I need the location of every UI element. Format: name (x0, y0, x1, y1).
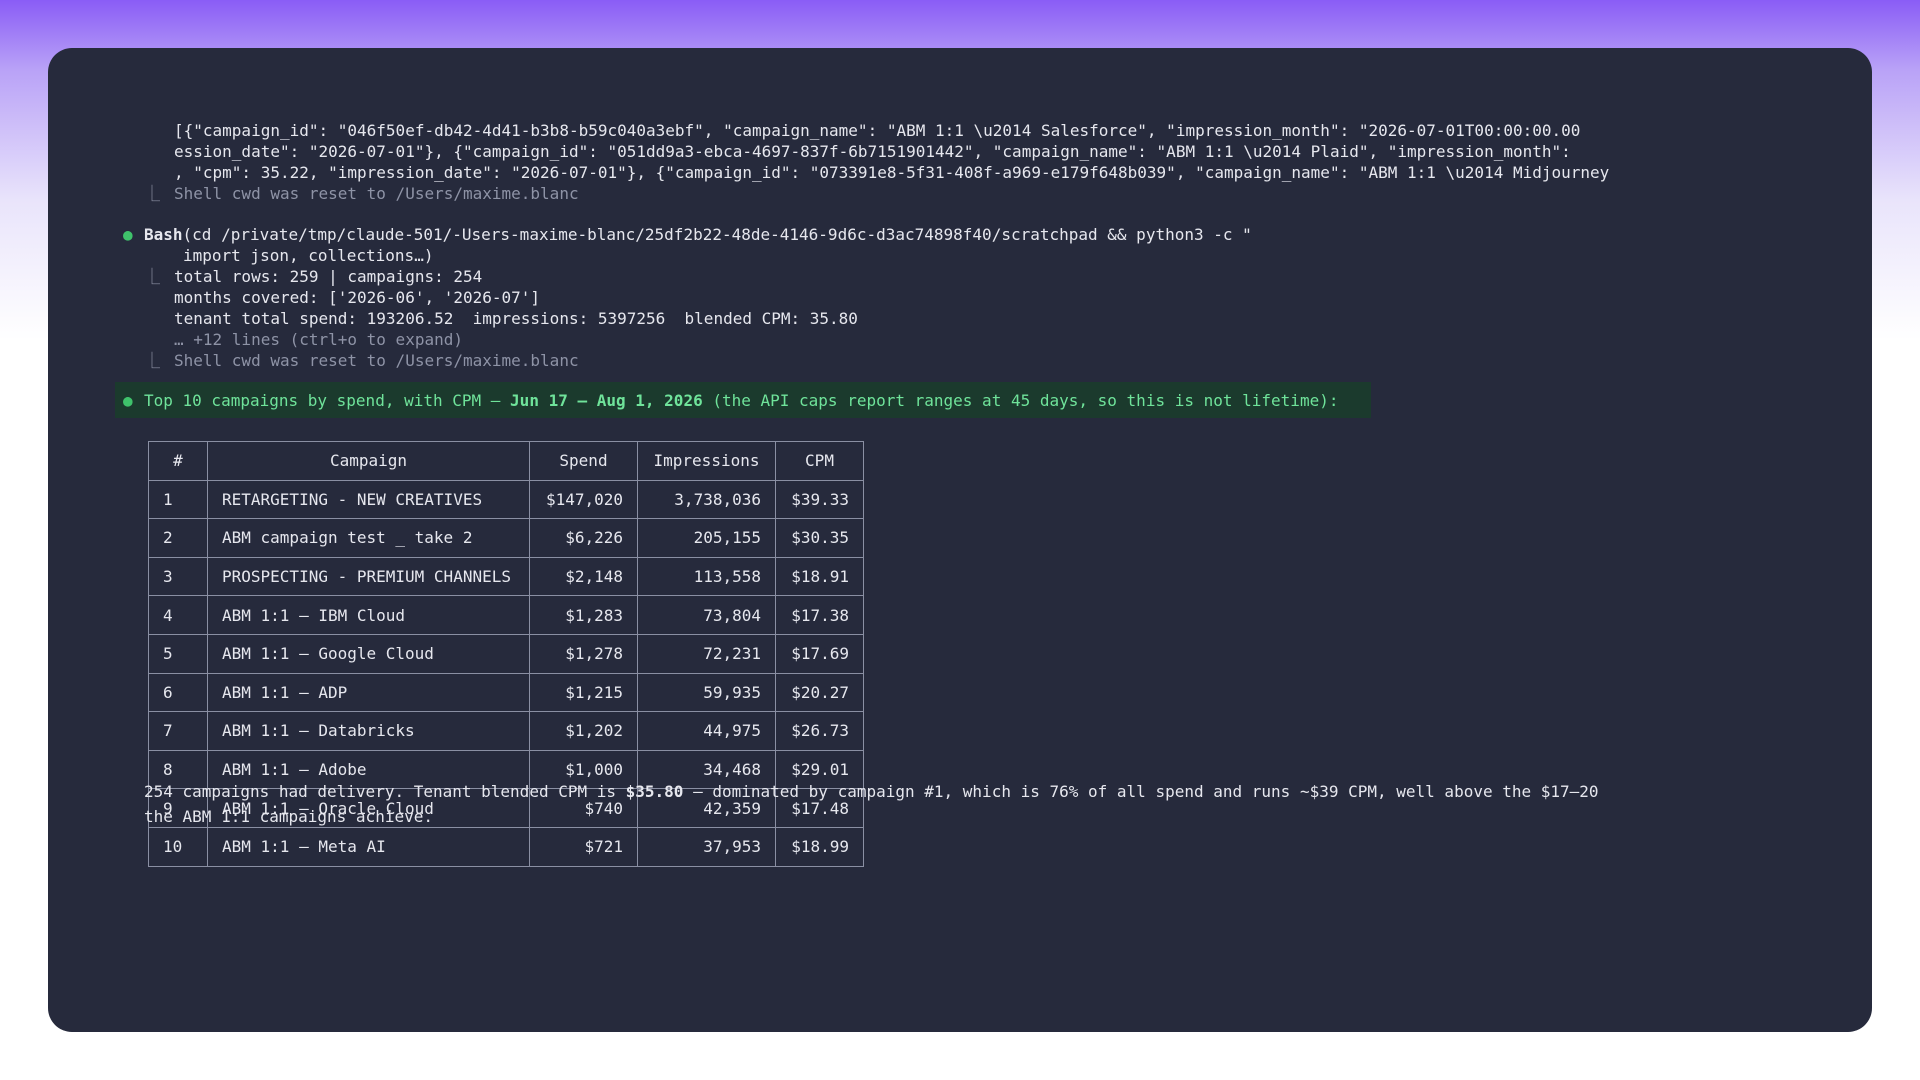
impressions-cell: 59,935 (637, 672, 776, 713)
table-row: 1 RETARGETING - NEW CREATIVES $147,020 3… (148, 479, 864, 520)
campaign-cell: ABM 1:1 — IBM Cloud (207, 595, 530, 635)
rank-cell: 3 (148, 556, 208, 597)
impressions-cell: 205,155 (637, 518, 776, 558)
cpm-cell: $30.35 (775, 518, 864, 558)
bash-command-continuation: import json, collections…) (183, 246, 434, 265)
campaign-cell: ABM campaign test _ take 2 (207, 518, 530, 558)
table-row: 6 ABM 1:1 — ADP $1,215 59,935 $20.27 (148, 672, 864, 713)
table-row: 4 ABM 1:1 — IBM Cloud $1,283 73,804 $17.… (148, 595, 864, 635)
footer-text-c: — dominated by campaign #1, which is 76%… (683, 782, 1599, 801)
summary-line: Top 10 campaigns by spend, with CPM — Ju… (144, 390, 1338, 411)
header-spend: Spend (529, 441, 638, 481)
campaign-cell: RETARGETING - NEW CREATIVES (207, 479, 530, 520)
spend-cell: $721 (529, 826, 638, 867)
impressions-cell: 72,231 (637, 633, 776, 674)
elbow-icon: ⎿ (144, 267, 161, 286)
status-bullet-icon: ● (123, 391, 133, 410)
spend-cell: $1,283 (529, 595, 638, 635)
campaign-cell: ABM 1:1 — ADP (207, 672, 530, 713)
header-campaign: Campaign (207, 441, 530, 481)
rank-cell: 1 (148, 479, 208, 520)
cpm-cell: $26.73 (775, 711, 864, 751)
json-output-line-3: , "cpm": 35.22, "impression_date": "2026… (174, 163, 1610, 182)
table-row: 10 ABM 1:1 — Meta AI $721 37,953 $18.99 (148, 826, 864, 867)
spend-cell: $2,148 (529, 556, 638, 597)
table-row: 7 ABM 1:1 — Databricks $1,202 44,975 $26… (148, 711, 864, 751)
rank-cell: 7 (148, 711, 208, 751)
bash-command: (cd /private/tmp/claude-501/-Users-maxim… (182, 225, 1252, 244)
rank-cell: 10 (148, 826, 208, 867)
rank-cell: 6 (148, 672, 208, 713)
elbow-icon: ⎿ (144, 351, 161, 370)
cpm-cell: $18.91 (775, 556, 864, 597)
cwd-reset-message: Shell cwd was reset to /Users/maxime.bla… (174, 184, 579, 203)
header-rank: # (148, 441, 208, 481)
header-cpm: CPM (775, 441, 864, 481)
impressions-cell: 113,558 (637, 556, 776, 597)
table-row: 3 PROSPECTING - PREMIUM CHANNELS $2,148 … (148, 556, 864, 597)
table-row: 5 ABM 1:1 — Google Cloud $1,278 72,231 $… (148, 633, 864, 674)
json-output-line-2: ession_date": "2026-07-01"}, {"campaign_… (174, 142, 1571, 161)
campaign-cell: ABM 1:1 — Meta AI (207, 826, 530, 867)
expand-hint[interactable]: … +12 lines (ctrl+o to expand) (174, 329, 463, 350)
cpm-cell: $20.27 (775, 672, 864, 713)
footer-line-1: 254 campaigns had delivery. Tenant blend… (144, 779, 1599, 804)
summary-date-range: Jun 17 – Aug 1, 2026 (510, 391, 703, 410)
result-line-2: months covered: ['2026-06', '2026-07'] (174, 288, 541, 307)
footer-blended-cpm: $35.80 (625, 782, 684, 801)
spend-cell: $6,226 (529, 518, 638, 558)
campaign-cell: ABM 1:1 — Google Cloud (207, 633, 530, 674)
footer-line-2: the ABM 1:1 campaigns achieve. (144, 807, 433, 826)
table-header-row: # Campaign Spend Impressions CPM (148, 441, 864, 481)
impressions-cell: 3,738,036 (637, 479, 776, 520)
spend-cell: $1,215 (529, 672, 638, 713)
footer-text-a: 254 campaigns had delivery. Tenant blend… (144, 782, 626, 801)
summary-prefix: Top 10 campaigns by spend, with CPM — (144, 391, 511, 410)
result-line-1: total rows: 259 | campaigns: 254 (174, 267, 483, 286)
result-line-3: tenant total spend: 193206.52 impression… (174, 309, 858, 328)
json-output-line-1: [{"campaign_id": "046f50ef-db42-4d41-b3b… (174, 121, 1581, 140)
spend-cell: $147,020 (529, 479, 638, 520)
bash-command-line[interactable]: Bash(cd /private/tmp/claude-501/-Users-m… (144, 224, 1252, 245)
cpm-cell: $17.38 (775, 595, 864, 635)
rank-cell: 5 (148, 633, 208, 674)
terminal-window: [{"campaign_id": "046f50ef-db42-4d41-b3b… (48, 48, 1872, 1032)
spend-cell: $1,278 (529, 633, 638, 674)
campaign-cell: ABM 1:1 — Databricks (207, 711, 530, 751)
summary-suffix: (the API caps report ranges at 45 days, … (702, 391, 1339, 410)
impressions-cell: 37,953 (637, 826, 776, 867)
impressions-cell: 44,975 (637, 711, 776, 751)
campaign-cell: PROSPECTING - PREMIUM CHANNELS (207, 556, 530, 597)
rank-cell: 4 (148, 595, 208, 635)
elbow-icon: ⎿ (144, 184, 161, 203)
bash-label: Bash (144, 225, 183, 244)
cpm-cell: $18.99 (775, 826, 864, 867)
header-impressions: Impressions (637, 441, 776, 481)
cpm-cell: $17.69 (775, 633, 864, 674)
table-row: 2 ABM campaign test _ take 2 $6,226 205,… (148, 518, 864, 558)
cwd-reset-message: Shell cwd was reset to /Users/maxime.bla… (174, 351, 579, 370)
impressions-cell: 73,804 (637, 595, 776, 635)
rank-cell: 2 (148, 518, 208, 558)
status-bullet-icon: ● (123, 225, 133, 244)
spend-cell: $1,202 (529, 711, 638, 751)
cpm-cell: $39.33 (775, 479, 864, 520)
